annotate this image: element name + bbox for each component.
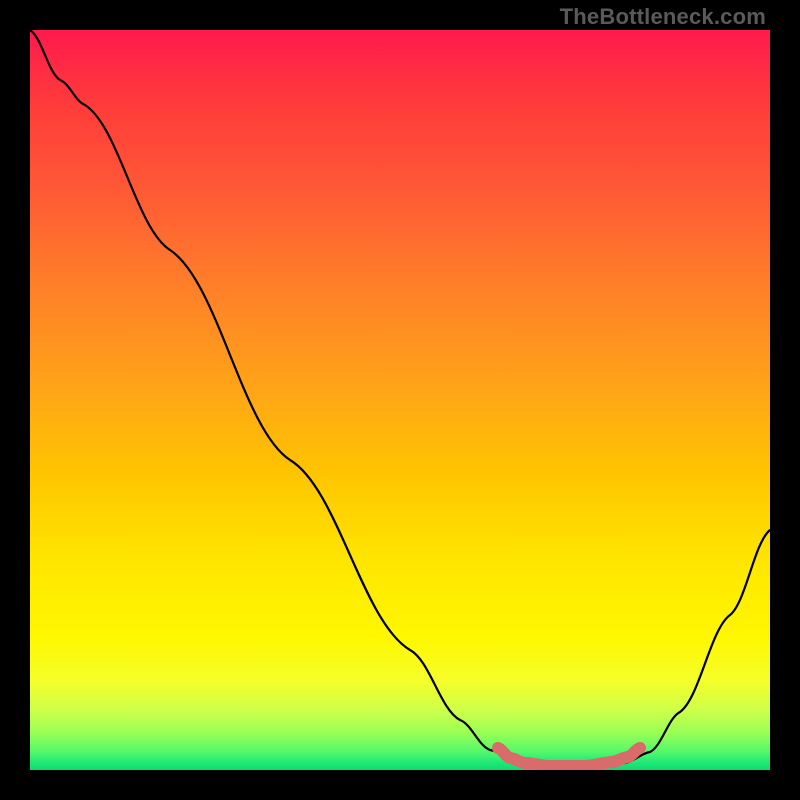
chart-area	[30, 30, 770, 770]
curve-layer	[30, 30, 770, 770]
pink-trough	[498, 748, 640, 766]
black-curve	[30, 30, 770, 767]
watermark-text: TheBottleneck.com	[560, 4, 766, 30]
